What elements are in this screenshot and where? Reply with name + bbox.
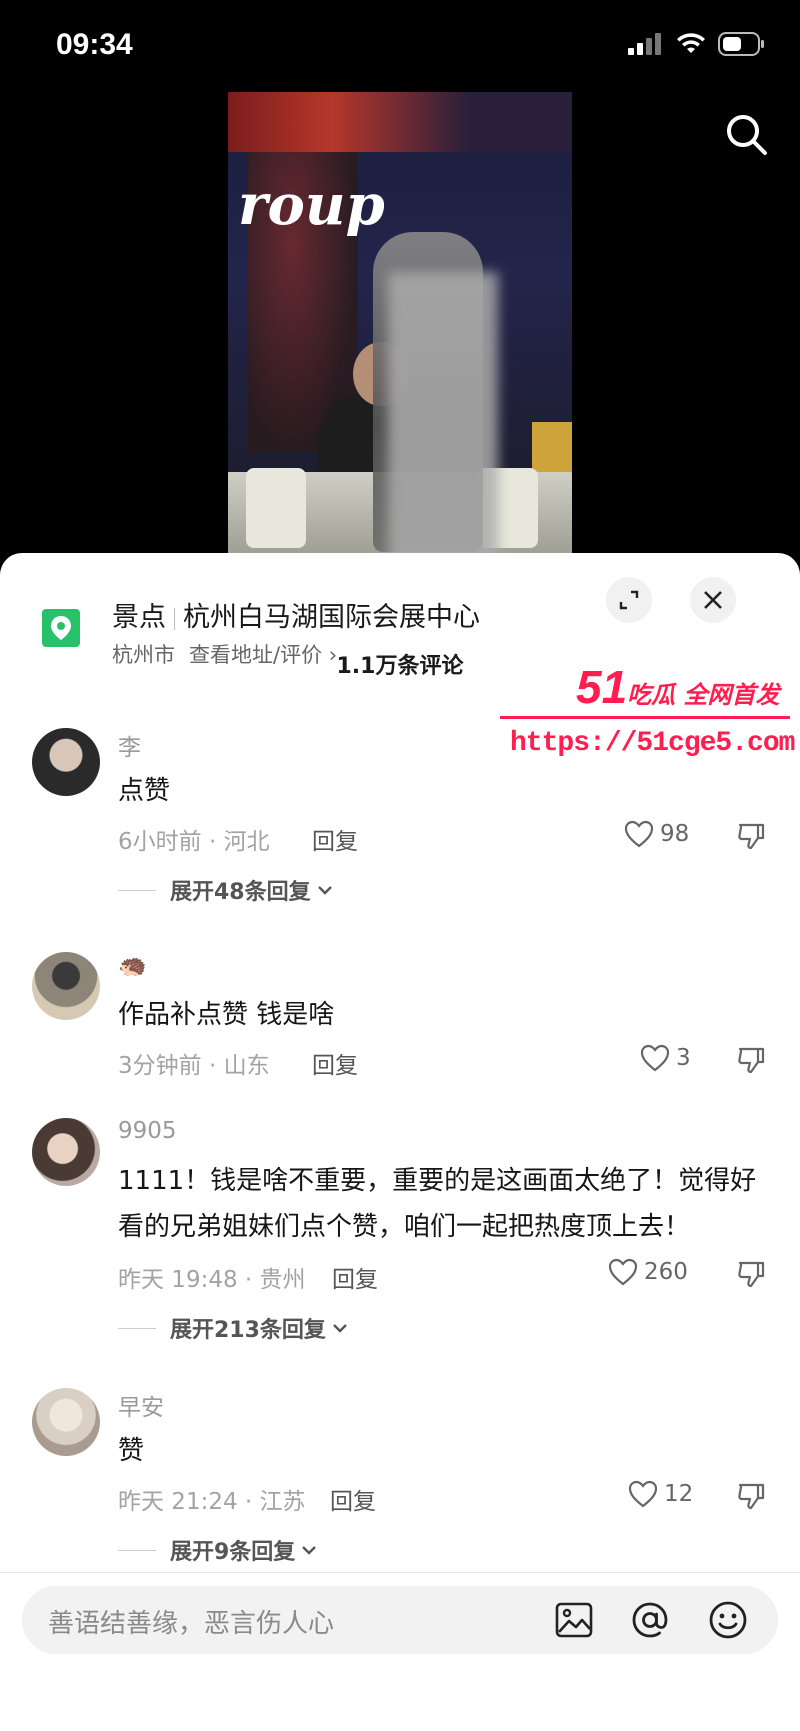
- like-count: 98: [660, 821, 690, 847]
- avatar[interactable]: [32, 952, 100, 1020]
- dislike-icon: [738, 1483, 765, 1510]
- dislike-icon: [738, 1047, 765, 1074]
- watermark-line: [500, 716, 790, 719]
- watermark-number: 51: [576, 661, 628, 713]
- like-count: 3: [676, 1045, 691, 1071]
- expand-replies-label: 展开213条回复: [170, 1318, 326, 1343]
- chevron-down-icon: [317, 886, 332, 895]
- chevron-down-icon: [302, 1546, 317, 1555]
- comment-text: 1111！钱是啥不重要，重要的是这画面太绝了！觉得好看的兄弟姐妹们点个赞，咱们一…: [118, 1166, 757, 1242]
- search-icon: [727, 115, 767, 155]
- heart-icon: [608, 1258, 638, 1286]
- comment-input-bar[interactable]: 善语结善缘，恶言伤人心: [22, 1586, 778, 1654]
- chevron-down-icon: [333, 1324, 347, 1333]
- emoji-icon: [709, 1601, 747, 1639]
- heart-icon: [628, 1480, 658, 1508]
- video-chair: [246, 468, 306, 548]
- like-button[interactable]: 260: [608, 1258, 688, 1286]
- comment-meta: 昨天 19:48 · 贵州: [118, 1267, 306, 1293]
- comment-text: 点赞: [118, 776, 171, 806]
- video-backdrop-banner: [228, 92, 572, 152]
- avatar[interactable]: [32, 728, 100, 796]
- location-category: 景点: [112, 602, 166, 633]
- expand-replies-label: 展开9条回复: [170, 1540, 296, 1565]
- dislike-button[interactable]: [736, 1482, 766, 1514]
- reply-button[interactable]: 回复: [312, 822, 358, 856]
- watermark: 51吃瓜 全网首发 https://51cge5.com: [500, 660, 800, 770]
- status-time: 09:34: [56, 28, 133, 61]
- comment-username[interactable]: 李: [118, 728, 141, 762]
- dislike-button[interactable]: [736, 822, 766, 854]
- like-count: 260: [644, 1259, 688, 1285]
- video-backdrop-lettering: roup: [238, 172, 385, 238]
- avatar[interactable]: [32, 1388, 100, 1456]
- heart-icon: [640, 1044, 670, 1072]
- expand-replies-button[interactable]: 展开48条回复: [118, 874, 333, 906]
- battery-icon: [718, 32, 764, 56]
- like-count: 12: [664, 1481, 694, 1507]
- comment-meta: 3分钟前 · 山东: [118, 1053, 270, 1079]
- comment-text: 作品补点赞 钱是啥: [118, 1000, 335, 1030]
- expand-replies-label: 展开48条回复: [170, 880, 311, 905]
- video-player[interactable]: roup: [228, 92, 572, 554]
- expand-replies-button[interactable]: 展开9条回复: [118, 1534, 317, 1566]
- expand-icon: [619, 590, 639, 610]
- mention-button[interactable]: [630, 1600, 670, 1640]
- reply-button[interactable]: 回复: [332, 1260, 378, 1294]
- dislike-icon: [738, 1261, 765, 1288]
- like-button[interactable]: 3: [640, 1044, 691, 1072]
- location-pin-icon: [42, 609, 80, 647]
- expand-button[interactable]: [606, 577, 652, 623]
- image-button[interactable]: [554, 1600, 594, 1640]
- signal-icon: [628, 33, 661, 55]
- image-icon: [555, 1602, 593, 1638]
- input-divider: [0, 1572, 800, 1573]
- video-blur-mosaic: [388, 272, 498, 554]
- dislike-icon: [738, 823, 765, 850]
- dislike-button[interactable]: [736, 1260, 766, 1292]
- dislike-button[interactable]: [736, 1046, 766, 1078]
- at-icon: [632, 1602, 668, 1638]
- emoji-button[interactable]: [708, 1600, 748, 1640]
- watermark-text: 吃瓜 全网首发: [627, 681, 780, 709]
- comment-username[interactable]: 早安: [118, 1388, 164, 1422]
- expand-replies-button[interactable]: 展开213条回复: [118, 1312, 348, 1344]
- wifi-icon: [677, 33, 705, 53]
- location-title: 景点 杭州白马湖国际会展中心: [112, 595, 480, 634]
- close-button[interactable]: [690, 577, 736, 623]
- close-icon: [704, 591, 722, 609]
- comment-username[interactable]: 🦔: [118, 952, 147, 979]
- search-button[interactable]: [722, 110, 772, 160]
- heart-icon: [624, 820, 654, 848]
- status-bar: 09:34: [0, 0, 800, 92]
- watermark-title: 51吃瓜 全网首发: [576, 660, 780, 714]
- status-icons: [628, 32, 766, 56]
- location-name: 杭州白马湖国际会展中心: [183, 602, 480, 633]
- watermark-url: https://51cge5.com: [510, 728, 795, 759]
- comment-meta: 昨天 21:24 · 江苏: [118, 1489, 306, 1515]
- reply-button[interactable]: 回复: [330, 1482, 376, 1516]
- avatar[interactable]: [32, 1118, 100, 1186]
- reply-button[interactable]: 回复: [312, 1046, 358, 1080]
- like-button[interactable]: 12: [628, 1480, 693, 1508]
- comment-meta: 6小时前 · 河北: [118, 829, 270, 855]
- like-button[interactable]: 98: [624, 820, 689, 848]
- comment-input[interactable]: 善语结善缘，恶言伤人心: [48, 1603, 334, 1640]
- comment-username[interactable]: 9905: [118, 1118, 177, 1144]
- comment-text: 赞: [118, 1436, 145, 1466]
